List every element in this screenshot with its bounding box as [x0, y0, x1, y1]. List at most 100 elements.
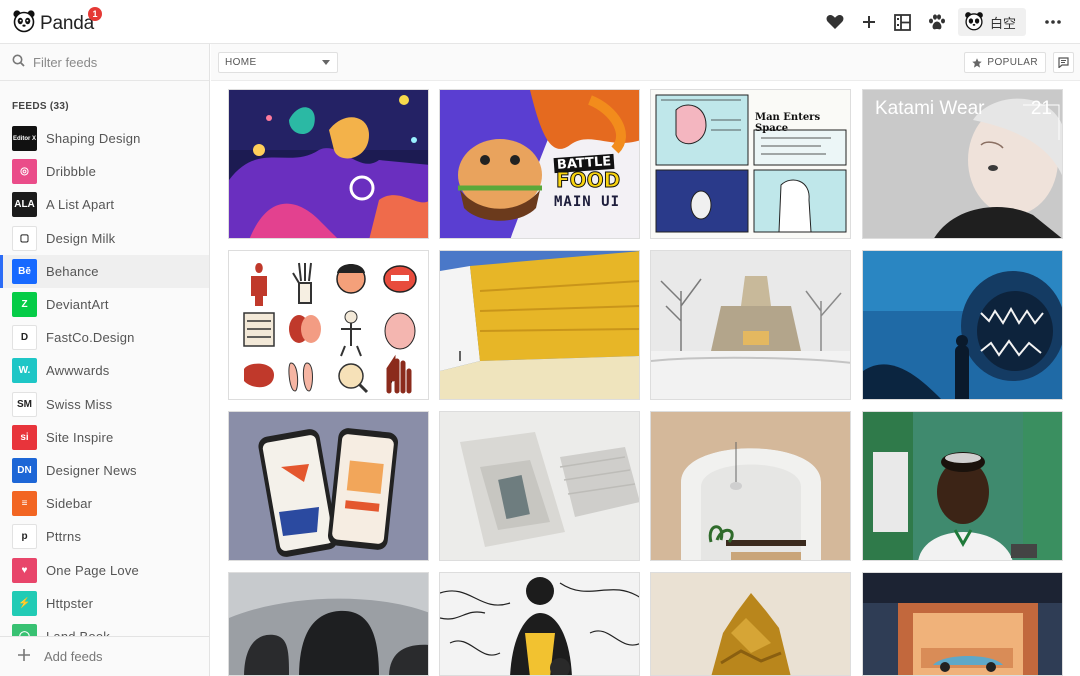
sidebar-feed-item[interactable]: ◯ Land Book: [0, 620, 209, 636]
panda-logo-icon: [12, 9, 36, 38]
feed-icon: ◯: [12, 623, 37, 636]
feed-label: Designer News: [46, 462, 137, 478]
shot-photo-line-art-figure: [440, 573, 639, 675]
sidebar-feed-item[interactable]: si Site Inspire: [0, 421, 209, 454]
avatar: [964, 11, 984, 34]
shot-photo-wooden-pavilion: [651, 251, 850, 399]
home-select[interactable]: HOME: [218, 52, 338, 73]
shot-photo-golden-building: [440, 251, 639, 399]
sidebar-feed-item[interactable]: ◎ Dribbble: [0, 155, 209, 188]
sidebar-feed-item[interactable]: Editor X Shaping Design: [0, 122, 209, 155]
shot-photo-packaging: [440, 412, 639, 560]
layout-icon[interactable]: [890, 8, 916, 36]
feed-icon: ⚡: [12, 590, 37, 616]
feed-label: Dribbble: [46, 164, 97, 180]
shot-card[interactable]: [439, 250, 640, 400]
shot-illustration-night-garden: [229, 90, 428, 238]
shot-photo-portrait-green: [863, 412, 1062, 560]
sidebar-feed-item[interactable]: ALA A List Apart: [0, 188, 209, 221]
shot-card[interactable]: Man Enters Space: [650, 89, 851, 239]
shot-card[interactable]: [862, 411, 1063, 561]
feed-label: Sidebar: [46, 496, 93, 512]
shot-photo-arch-interior: [651, 412, 850, 560]
feeds-title: FEEDS (33): [12, 101, 69, 112]
main-ui-text: MAIN UI: [554, 194, 621, 210]
brand[interactable]: Panda 1: [12, 7, 102, 38]
chevron-down-icon: [322, 60, 330, 65]
feed-list: Editor X Shaping Design ◎ Dribbble ALA A List…: [0, 122, 209, 636]
feed-label: Land Book: [46, 629, 110, 636]
sidebar-feed-item[interactable]: ⚡ Httpster: [0, 587, 209, 620]
sidebar-feed-item[interactable]: SM Swiss Miss: [0, 388, 209, 421]
top-actions: 白空: [814, 8, 1066, 36]
feed-label: Swiss Miss: [46, 396, 113, 412]
shot-card[interactable]: [228, 572, 429, 676]
feed-icon: ALA: [12, 192, 37, 218]
shot-card[interactable]: [228, 250, 429, 400]
feed-icon: DN: [12, 457, 37, 483]
shot-card[interactable]: [439, 572, 640, 676]
feed-icon: Z: [12, 292, 37, 318]
shot-card[interactable]: BATTLE FOOD MAIN UI: [439, 89, 640, 239]
plus-icon[interactable]: [856, 8, 882, 36]
shot-photo-porsche-garage: [863, 573, 1062, 675]
sidebar-feed-item[interactable]: p Pttrns: [0, 520, 209, 553]
feed-icon: Editor X: [12, 126, 37, 152]
feed-icon: D: [12, 325, 37, 351]
shot-card[interactable]: [862, 250, 1063, 400]
paw-icon[interactable]: [924, 8, 950, 36]
shot-photo-car-interior: [229, 573, 428, 675]
content-toolbar: HOME POPULAR: [211, 44, 1080, 81]
sidebar-feed-item[interactable]: ▢ Design Milk: [0, 222, 209, 255]
notification-badge[interactable]: 1: [88, 7, 102, 21]
feed-icon: ◎: [12, 159, 37, 185]
app-name: Panda: [40, 12, 94, 34]
shot-card[interactable]: [228, 411, 429, 561]
sidebar-feed-item[interactable]: Z DeviantArt: [0, 288, 209, 321]
chat-button[interactable]: [1053, 52, 1074, 73]
sidebar-feed-item[interactable]: ≡ Sidebar: [0, 487, 209, 520]
feed-label: FastCo.Design: [46, 330, 135, 346]
feed-icon: p: [12, 524, 37, 550]
shot-card[interactable]: [228, 89, 429, 239]
shot-card[interactable]: [862, 572, 1063, 676]
user-menu[interactable]: 白空: [957, 8, 1026, 36]
shot-illustration-anatomy-icons: [229, 251, 428, 399]
feed-label: A List Apart: [46, 197, 115, 213]
shot-photo-gold-sculpture: [651, 573, 850, 675]
feed-label: Site Inspire: [46, 429, 114, 445]
user-name: 白空: [989, 15, 1016, 31]
more-icon[interactable]: [1040, 8, 1066, 36]
heart-icon[interactable]: [822, 8, 848, 36]
food-text: FOOD: [555, 168, 621, 193]
shot-card[interactable]: Katami Wear 21: [862, 89, 1063, 239]
feed-icon: SM: [12, 391, 37, 417]
shot-card[interactable]: [650, 411, 851, 561]
sidebar-feed-item[interactable]: D FastCo.Design: [0, 321, 209, 354]
popular-label: POPULAR: [987, 57, 1038, 68]
sidebar-feed-item[interactable]: Bē Behance: [0, 254, 209, 289]
feed-icon: ≡: [12, 491, 37, 517]
feed-label: One Page Love: [46, 562, 139, 578]
feed-label: Shaping Design: [46, 131, 141, 147]
katami-wear-title: Katami Wear: [875, 98, 985, 119]
sidebar-feed-item[interactable]: ♥ One Page Love: [0, 553, 209, 586]
feed-icon: ♥: [12, 557, 37, 583]
star-icon: [972, 57, 983, 68]
shot-card[interactable]: [650, 250, 851, 400]
katami-wear-number: 21: [1030, 98, 1052, 119]
home-select-value: HOME: [225, 57, 257, 68]
popular-button[interactable]: POPULAR: [964, 52, 1046, 73]
feed-icon: ▢: [12, 225, 37, 251]
shot-card[interactable]: [439, 411, 640, 561]
feed-label: Pttrns: [46, 529, 82, 545]
sidebar-feed-item[interactable]: W. Awwwards: [0, 354, 209, 387]
add-feeds-button[interactable]: Add feeds: [0, 636, 209, 676]
plus-icon: [18, 648, 30, 666]
add-feeds-label: Add feeds: [44, 649, 103, 664]
sidebar: Filter feeds FEEDS (33) Editor X Shaping …: [0, 44, 210, 676]
shot-card[interactable]: [650, 572, 851, 676]
filter-feeds[interactable]: Filter feeds: [0, 44, 209, 81]
sidebar-feed-item[interactable]: DN Designer News: [0, 454, 209, 487]
filter-feeds-input[interactable]: Filter feeds: [33, 55, 97, 70]
